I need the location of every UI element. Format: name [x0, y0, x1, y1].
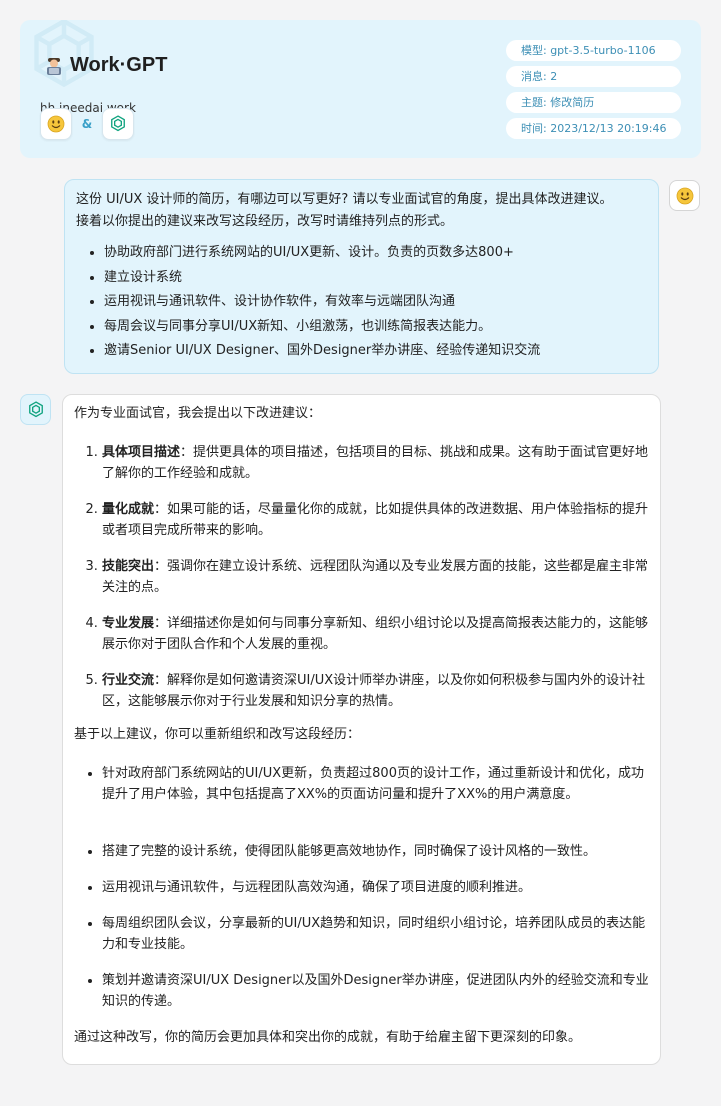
brand-title: Work·GPT	[44, 54, 167, 77]
suggestion-title: 具体项目描述	[102, 445, 181, 460]
assistant-transition: 基于以上建议，你可以重新组织和改写这段经历：	[74, 727, 361, 742]
brand-name: Work·GPT	[70, 54, 168, 76]
suggestion-title: 专业发展	[102, 616, 155, 631]
assistant-message: 作为专业面试官，我会提出以下改进建议： 具体项目描述：提供更具体的项目描述，包括…	[62, 394, 661, 1065]
user-intro-line-1: 这份 UI/UX 设计师的简历，有哪边可以写更好? 请以专业面试官的角度，提出具…	[76, 192, 613, 207]
list-item: 邀请Senior UI/UX Designer、国外Designer举办讲座、经…	[104, 339, 648, 364]
list-item: 运用视讯与通讯软件，与远程团队高效沟通，确保了项目进度的顺利推进。	[102, 877, 650, 898]
meta-message-count: 消息: 2	[506, 66, 681, 87]
list-item: 每周会议与同事分享UI/UX新知、小组激荡，也训练简报表达能力。	[104, 315, 648, 340]
list-item: 量化成就：如果可能的话，尽量量化你的成就，比如提供具体的改进数据、用户体验指标的…	[102, 499, 650, 541]
assistant-avatar	[102, 108, 134, 140]
office-worker-emoji-icon	[47, 57, 61, 75]
smiley-icon	[676, 187, 693, 204]
list-item: 建立设计系统	[104, 266, 648, 291]
smiley-icon	[47, 115, 65, 133]
user-avatar	[40, 108, 72, 140]
meta-time: 时间: 2023/12/13 20:19:46	[506, 118, 681, 139]
assistant-intro: 作为专业面试官，我会提出以下改进建议：	[74, 406, 322, 421]
meta-topic: 主题: 修改简历	[506, 92, 681, 113]
list-item: 运用视讯与通讯软件、设计协作软件，有效率与远端团队沟通	[104, 290, 648, 315]
amp-separator: &	[81, 117, 93, 131]
openai-logo-icon	[28, 400, 43, 417]
suggestion-text: ：提供更具体的项目描述，包括项目的目标、挑战和成果。这有助于面试官更好地了解你的…	[102, 445, 649, 481]
list-item: 行业交流：解释你是如何邀请资深UI/UX设计师举办讲座，以及你如何积极参与国内外…	[102, 670, 650, 712]
suggestion-text: ：如果可能的话，尽量量化你的成就，比如提供具体的改进数据、用户体验指标的提升或者…	[102, 502, 649, 538]
suggestion-text: ：强调你在建立设计系统、远程团队沟通以及专业发展方面的技能，这些都是雇主非常关注…	[102, 559, 649, 595]
suggestion-text: ：解释你是如何邀请资深UI/UX设计师举办讲座，以及你如何积极参与国内外的设计社…	[102, 673, 646, 709]
suggestion-list: 具体项目描述：提供更具体的项目描述，包括项目的目标、挑战和成果。这有助于面试官更…	[74, 442, 650, 712]
list-item: 策划并邀请资深UI/UX Designer以及国外Designer举办讲座，促进…	[102, 970, 650, 1012]
meta-model: 模型: gpt-3.5-turbo-1106	[506, 40, 681, 61]
participants: &	[40, 108, 134, 140]
user-chat-avatar	[669, 180, 700, 211]
chat-header: Work·GPT hh.ineedai.work & 模型: gpt-3.5-t…	[20, 20, 701, 158]
openai-logo-icon	[111, 115, 125, 132]
user-message: 这份 UI/UX 设计师的简历，有哪边可以写更好? 请以专业面试官的角度，提出具…	[64, 179, 659, 374]
rewrite-list: 针对政府部门系统网站的UI/UX更新，负责超过800页的设计工作，通过重新设计和…	[74, 763, 650, 1012]
user-intro-line-2: 接着以你提出的建议来改写这段经历，改写时请维持列点的形式。	[76, 214, 454, 229]
suggestion-title: 量化成就	[102, 502, 155, 517]
list-item: 针对政府部门系统网站的UI/UX更新，负责超过800页的设计工作，通过重新设计和…	[102, 763, 650, 805]
list-item: 搭建了完整的设计系统，使得团队能够更高效地协作，同时确保了设计风格的一致性。	[102, 841, 650, 862]
suggestion-title: 行业交流	[102, 673, 155, 688]
suggestion-title: 技能突出	[102, 559, 155, 574]
list-item: 具体项目描述：提供更具体的项目描述，包括项目的目标、挑战和成果。这有助于面试官更…	[102, 442, 650, 484]
list-item: 技能突出：强调你在建立设计系统、远程团队沟通以及专业发展方面的技能，这些都是雇主…	[102, 556, 650, 598]
list-item: 专业发展：详细描述你是如何与同事分享新知、组织小组讨论以及提高简报表达能力的，这…	[102, 613, 650, 655]
suggestion-text: ：详细描述你是如何与同事分享新知、组织小组讨论以及提高简报表达能力的，这能够展示…	[102, 616, 649, 652]
list-item: 每周组织团队会议，分享最新的UI/UX趋势和知识，同时组织小组讨论，培养团队成员…	[102, 913, 650, 955]
assistant-closing: 通过这种改写，你的简历会更加具体和突出你的成就，有助于给雇主留下更深刻的印象。	[74, 1030, 582, 1045]
user-list: 协助政府部门进行系统网站的UI/UX更新、设计。负责的页数多达800+ 建立设计…	[76, 241, 648, 364]
assistant-chat-avatar	[20, 394, 51, 425]
session-meta: 模型: gpt-3.5-turbo-1106 消息: 2 主题: 修改简历 时间…	[506, 40, 681, 139]
list-item: 协助政府部门进行系统网站的UI/UX更新、设计。负责的页数多达800+	[104, 241, 648, 266]
